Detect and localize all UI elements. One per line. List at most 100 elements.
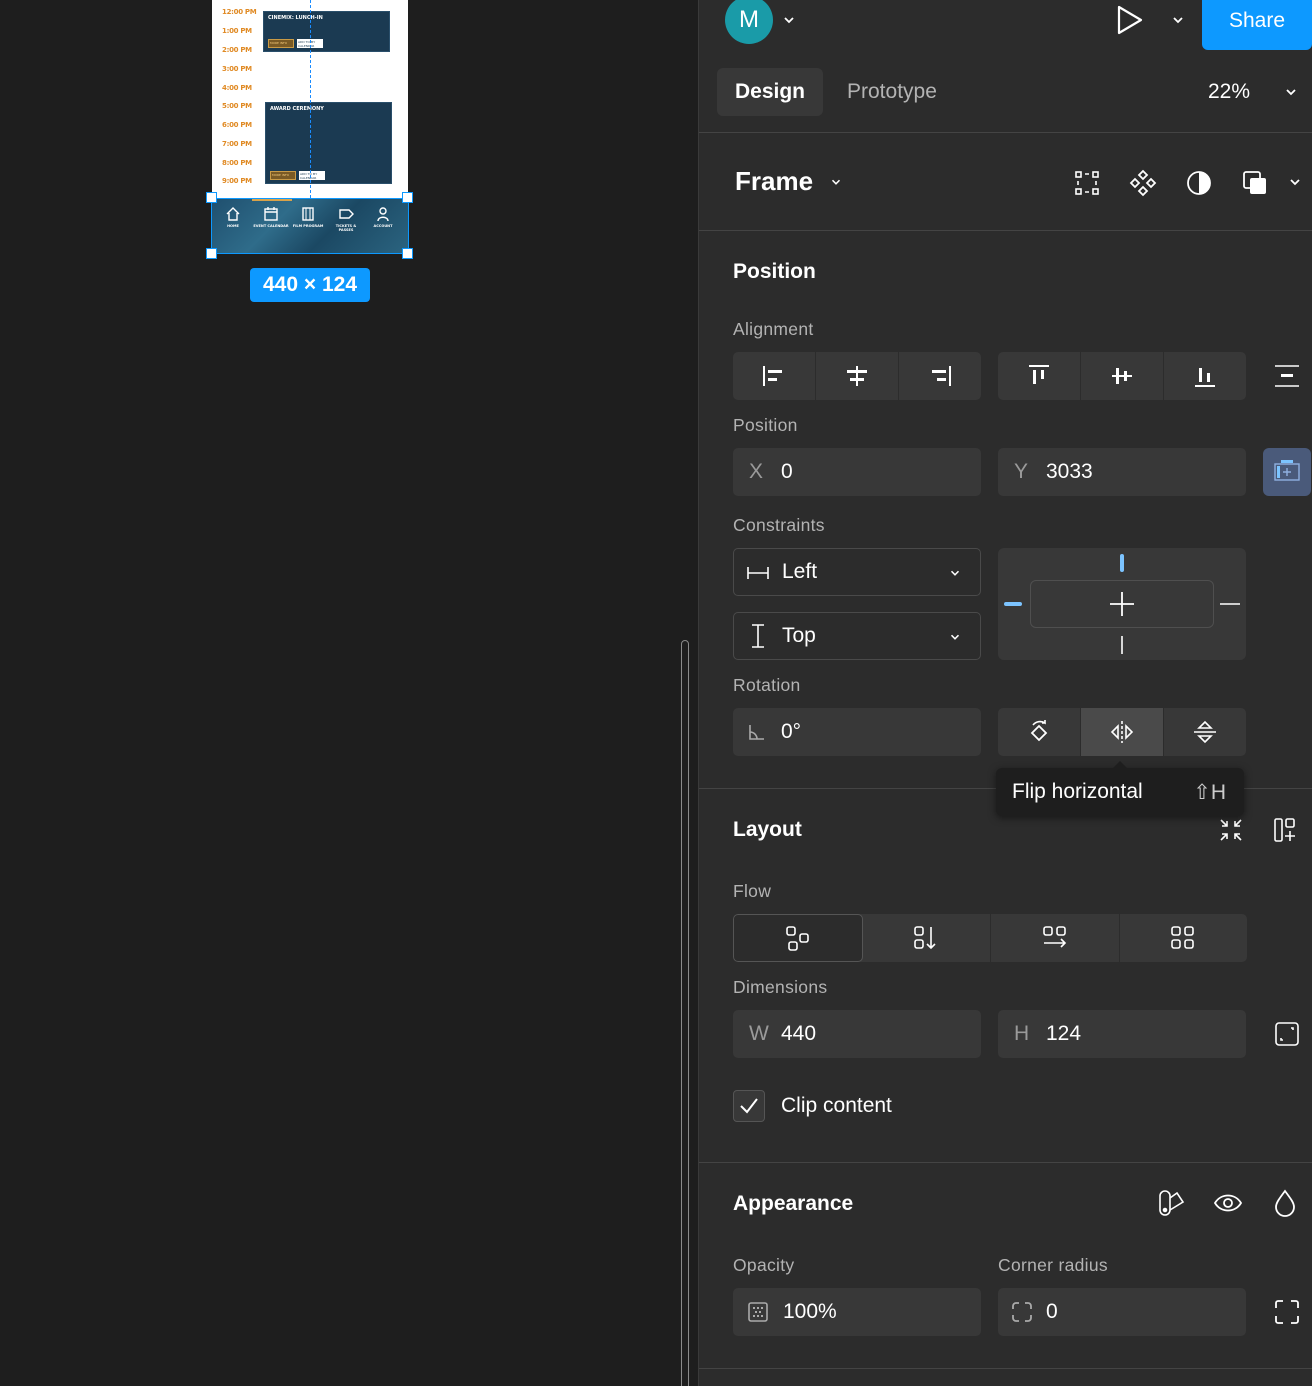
boolean-icon[interactable] [1241, 169, 1269, 197]
divider [699, 1368, 1312, 1369]
grid-icon[interactable] [1073, 169, 1101, 197]
width-value[interactable]: 440 [781, 1022, 816, 1046]
horizontal-constraint-icon [747, 567, 769, 579]
time-label: 4:00 PM [222, 84, 252, 92]
shrink-icon[interactable] [1217, 816, 1245, 844]
schedule-frame[interactable]: 12:00 PM 1:00 PM 2:00 PM 3:00 PM 4:00 PM… [212, 0, 408, 198]
x-position-field[interactable]: X 0 [733, 448, 981, 496]
eye-icon[interactable] [1213, 1188, 1243, 1218]
vertical-constraint-dropdown[interactable]: Top [733, 612, 981, 660]
chevron-down-icon [950, 634, 960, 640]
height-value[interactable]: 124 [1046, 1022, 1081, 1046]
blend-mode-icon[interactable] [1271, 1188, 1299, 1218]
align-bottom-icon [1195, 368, 1215, 387]
flow-grid-button[interactable] [1120, 914, 1248, 962]
user-avatar[interactable]: M [725, 0, 773, 44]
tab-design[interactable]: Design [717, 68, 823, 116]
resize-handle-bottom-right[interactable] [402, 248, 413, 259]
align-left-button[interactable] [733, 352, 816, 400]
layer-type-title[interactable]: Frame [735, 166, 813, 197]
component-icon[interactable] [1129, 169, 1157, 197]
align-bottom-button[interactable] [1164, 352, 1246, 400]
checkmark-icon [740, 1098, 758, 1114]
height-field[interactable]: H 124 [998, 1010, 1246, 1058]
divider [699, 230, 1312, 231]
constraints-icon [1274, 460, 1300, 481]
horizontal-constraint-dropdown[interactable]: Left [733, 548, 981, 596]
rotation-value[interactable]: 0° [781, 720, 801, 744]
align-left-icon [763, 366, 782, 386]
design-canvas[interactable]: 12:00 PM 1:00 PM 2:00 PM 3:00 PM 4:00 PM… [0, 0, 698, 1386]
chevron-down-icon[interactable] [829, 175, 843, 189]
w-label: W [749, 1022, 769, 1045]
center-guide-line [310, 0, 311, 198]
independent-corners-icon[interactable] [1273, 1298, 1301, 1326]
flow-vertical-button[interactable] [863, 914, 991, 962]
clip-content-label[interactable]: Clip content [781, 1094, 892, 1118]
y-position-field[interactable]: Y 3033 [998, 448, 1246, 496]
flip-vertical-button[interactable] [1164, 708, 1246, 756]
opacity-value[interactable]: 100% [783, 1300, 837, 1324]
distribute-icon[interactable] [1273, 362, 1301, 390]
flow-freeform-button[interactable] [733, 914, 863, 962]
flip-horizontal-button[interactable] [1081, 708, 1164, 756]
rotate-90-button[interactable] [998, 708, 1081, 756]
canvas-scrollbar[interactable] [681, 640, 689, 1386]
flip-vertical-icon [1194, 720, 1216, 744]
tooltip-text: Flip horizontal [1012, 780, 1143, 803]
zoom-level[interactable]: 22% [1208, 80, 1250, 104]
align-horizontal-center-button[interactable] [816, 352, 899, 400]
y-value[interactable]: 3033 [1046, 460, 1093, 484]
mask-icon[interactable] [1185, 169, 1213, 197]
share-button[interactable]: Share [1202, 0, 1312, 50]
layout-section-title: Layout [733, 818, 802, 841]
time-label: 7:00 PM [222, 140, 252, 148]
corner-radius-label: Corner radius [998, 1255, 1108, 1275]
y-label: Y [1014, 460, 1029, 483]
tooltip-shortcut: ⇧H [1193, 781, 1226, 804]
event-title: CINEMIX: LUNCH-IN [268, 15, 323, 21]
opacity-icon [748, 1302, 768, 1322]
clip-content-checkbox[interactable] [733, 1090, 765, 1122]
add-auto-layout-icon[interactable] [1273, 816, 1301, 844]
more-info-button[interactable]: MORE INFO [268, 39, 294, 48]
time-label: 5:00 PM [222, 102, 252, 110]
size-badge: 440 × 124 [250, 268, 370, 302]
resize-to-fit-icon[interactable] [1273, 1020, 1301, 1048]
corner-radius-value[interactable]: 0 [1046, 1300, 1058, 1324]
position-section-title: Position [733, 260, 816, 283]
tab-prototype[interactable]: Prototype [847, 80, 937, 104]
rotation-field[interactable]: 0° [733, 708, 981, 756]
width-field[interactable]: W 440 [733, 1010, 981, 1058]
flow-horizontal-button[interactable] [991, 914, 1120, 962]
align-right-button[interactable] [899, 352, 981, 400]
chevron-down-icon[interactable] [1170, 12, 1186, 28]
corner-radius-field[interactable]: 0 [998, 1288, 1246, 1336]
event-card[interactable]: CINEMIX: LUNCH-IN MORE INFO ADD TO MY CA… [263, 11, 390, 52]
constraints-widget[interactable] [998, 548, 1246, 660]
chevron-down-icon[interactable] [781, 12, 797, 28]
resize-handle-top-left[interactable] [206, 192, 217, 203]
align-top-button[interactable] [998, 352, 1081, 400]
resize-handle-bottom-left[interactable] [206, 248, 217, 259]
align-right-icon [932, 366, 951, 386]
constraints-toggle-button[interactable] [1263, 448, 1311, 496]
horizontal-alignment-group [733, 352, 981, 400]
chevron-down-icon[interactable] [1287, 174, 1303, 190]
dimensions-label: Dimensions [733, 977, 828, 997]
vertical-alignment-group [998, 352, 1246, 400]
add-to-calendar-button[interactable]: ADD TO MY CALENDAR [299, 171, 325, 180]
resize-handle-top-right[interactable] [402, 192, 413, 203]
constraints-diagram-icon [1004, 554, 1240, 654]
align-center-icon [847, 366, 867, 386]
more-info-button[interactable]: MORE INFO [270, 171, 296, 180]
chevron-down-icon[interactable] [1283, 84, 1299, 100]
flow-label: Flow [733, 881, 772, 901]
opacity-field[interactable]: 100% [733, 1288, 981, 1336]
variant-styles-icon[interactable] [1157, 1188, 1187, 1218]
x-value[interactable]: 0 [781, 460, 793, 484]
event-card[interactable]: AWARD CEREMONY MORE INFO ADD TO MY CALEN… [265, 102, 392, 184]
align-vertical-center-button[interactable] [1081, 352, 1164, 400]
play-icon[interactable] [1115, 4, 1145, 36]
transform-group [998, 708, 1246, 756]
